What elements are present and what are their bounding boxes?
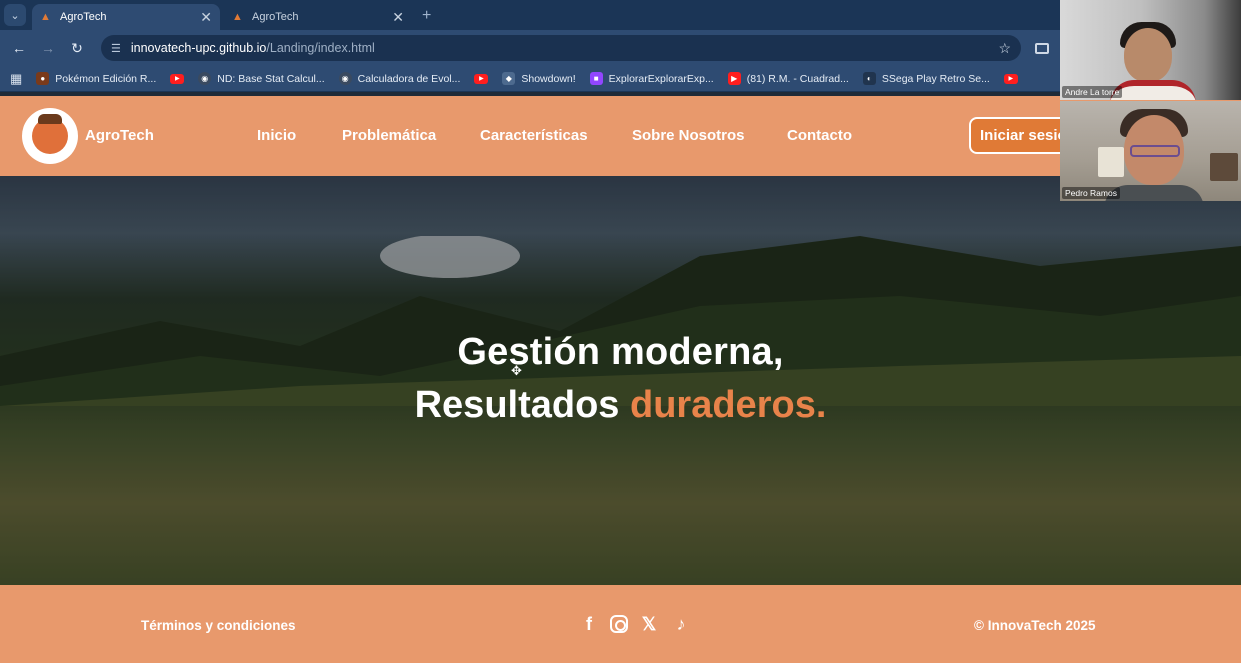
tab-agrotech[interactable]: ▲ AgroTech ✕ — [224, 4, 412, 30]
agrotech-logo[interactable] — [22, 108, 78, 164]
instagram-icon[interactable] — [610, 615, 628, 633]
showdown-favicon-icon: ◆ — [502, 72, 516, 85]
participant-name: Pedro Ramos — [1062, 187, 1120, 199]
bookmarks-bar: ▦ ● Pokémon Edición R... ▶ ◉ ND: Base St… — [0, 66, 1241, 92]
bookmark-item[interactable]: ◐ SSega Play Retro Se... — [862, 72, 990, 85]
url-host: innovatech-upc.github.io — [130, 41, 267, 55]
terms-link[interactable]: Términos y condiciones — [141, 618, 296, 633]
agrotech-favicon-icon: ▲ — [232, 11, 243, 23]
youtube-favicon-icon: ▶ — [727, 72, 741, 85]
bookmark-label: ExplorarExplorarExp... — [608, 72, 714, 85]
pokemon-favicon-icon: ● — [36, 72, 50, 85]
tab-title: AgroTech — [60, 11, 107, 23]
video-tile-pedro[interactable]: Pedro Ramos — [1060, 101, 1241, 201]
hero-title-line2: Resultados duraderos. — [0, 384, 1241, 427]
participant-video-image — [1110, 80, 1196, 100]
sega-favicon-icon: ◐ — [862, 72, 876, 85]
nav-link-inicio[interactable]: Inicio — [257, 127, 296, 144]
forward-arrow-icon[interactable]: → — [37, 37, 59, 59]
reload-icon[interactable]: ↻ — [66, 37, 88, 59]
nav-link-sobre-nosotros[interactable]: Sobre Nosotros — [632, 127, 745, 144]
bookmark-label: Calculadora de Evol... — [357, 72, 461, 85]
youtube-bookmark-icon[interactable]: ▶ — [474, 73, 489, 84]
bookmark-item[interactable]: ◆ Showdown! — [502, 72, 576, 85]
participant-video-image — [1124, 28, 1172, 82]
apps-grid-icon[interactable]: ▦ — [10, 71, 22, 87]
twitch-favicon-icon: ■ — [589, 72, 603, 85]
browser-toolbar: ← → ↻ ☰ innovatech-upc.github.io/Landing… — [0, 30, 1241, 66]
new-tab-button[interactable]: + — [422, 7, 431, 25]
nav-link-contacto[interactable]: Contacto — [787, 127, 852, 144]
close-icon[interactable]: ✕ — [392, 9, 404, 26]
hero-title-accent: duraderos. — [630, 384, 827, 426]
bookmark-item[interactable]: ◉ ND: Base Stat Calcul... — [198, 72, 325, 85]
agrotech-favicon-icon: ▲ — [40, 11, 51, 23]
tab-agrotech-active[interactable]: ▲ AgroTech ✕ — [32, 4, 220, 30]
nav-link-problematica[interactable]: Problemática — [342, 127, 436, 144]
tab-title: AgroTech — [252, 11, 299, 23]
hero-overlay — [0, 176, 1241, 585]
youtube-bookmark-icon[interactable]: ▶ — [1003, 73, 1018, 84]
tab-search-button[interactable]: ⌄ — [4, 4, 26, 26]
hero-title-line1: Gestión moderna, — [457, 331, 784, 373]
youtube-bookmark-icon[interactable]: ▶ — [170, 73, 185, 84]
bookmark-item[interactable]: ● Pokémon Edición R... — [36, 72, 156, 85]
tiktok-icon[interactable]: ♪ — [670, 613, 692, 635]
video-tile-andre[interactable]: Andre La torre — [1060, 0, 1241, 100]
nav-link-caracteristicas[interactable]: Características — [480, 127, 588, 144]
bookmark-label: Showdown! — [521, 72, 576, 85]
glasses — [1130, 145, 1180, 157]
hero-title-main: Resultados — [414, 384, 620, 426]
bookmark-label: ND: Base Stat Calcul... — [217, 72, 325, 85]
site-settings-icon[interactable]: ☰ — [111, 42, 121, 55]
hero-section: Gestión moderna, Resultados duraderos. ✥ — [0, 176, 1241, 585]
mascot-icon — [32, 114, 68, 154]
copyright-text: © InnovaTech 2025 — [974, 618, 1096, 633]
background-shelf — [1210, 153, 1238, 181]
globe-icon: ◉ — [338, 72, 352, 85]
move-cursor-icon: ✥ — [511, 363, 522, 378]
background-shelf — [1098, 147, 1124, 177]
address-bar[interactable]: ☰ innovatech-upc.github.io/Landing/index… — [101, 35, 1021, 61]
x-icon[interactable]: 𝕏 — [638, 613, 660, 635]
bookmark-item[interactable]: ▶ (81) R.M. - Cuadrad... — [727, 72, 849, 85]
screen: ⌄ ▲ AgroTech ✕ ▲ AgroTech ✕ + ← → ↻ ☰ in… — [0, 0, 1241, 663]
url-path: /Landing/index.html — [266, 41, 375, 55]
facebook-icon[interactable]: f — [578, 613, 600, 635]
bookmark-item[interactable]: ■ ExplorarExplorarExp... — [589, 72, 714, 85]
brand-name[interactable]: AgroTech — [85, 127, 154, 144]
back-arrow-icon[interactable]: ← — [8, 37, 30, 59]
browser-tab-strip: ⌄ ▲ AgroTech ✕ ▲ AgroTech ✕ + — [0, 0, 1241, 30]
cast-icon[interactable] — [1035, 42, 1049, 54]
bookmark-label: (81) R.M. - Cuadrad... — [746, 72, 849, 85]
participant-name: Andre La torre — [1062, 86, 1123, 98]
globe-icon: ◉ — [198, 72, 212, 85]
bookmark-label: Pokémon Edición R... — [55, 72, 157, 85]
bookmark-star-icon[interactable]: ☆ — [998, 40, 1011, 57]
close-icon[interactable]: ✕ — [200, 9, 212, 26]
site-header: AgroTech Inicio Problemática Característ… — [0, 96, 1241, 176]
bookmark-item[interactable]: ◉ Calculadora de Evol... — [338, 72, 461, 85]
site-footer: Términos y condiciones f 𝕏 ♪ © InnovaTec… — [0, 585, 1241, 663]
bookmark-label: SSega Play Retro Se... — [881, 72, 990, 85]
social-links: f 𝕏 ♪ — [578, 613, 692, 635]
